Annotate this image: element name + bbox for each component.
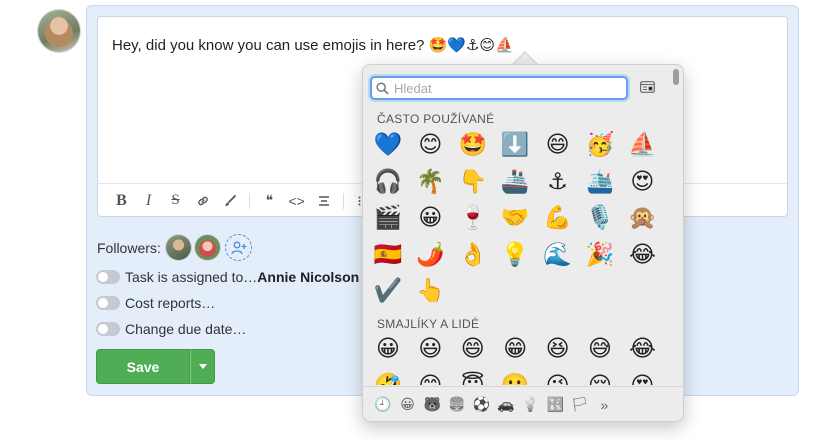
save-button[interactable]: Save bbox=[96, 349, 190, 384]
emoji-button[interactable]: 🤣 bbox=[372, 370, 404, 386]
toggle-label: Change due date… bbox=[125, 321, 247, 337]
toolbar-divider bbox=[343, 192, 344, 209]
smileys-emoji-grid: 😀 😃 😄 😁 😆 😅 😂 🤣 😊 😇 🙂 😉 😌 😍 bbox=[363, 65, 685, 385]
link-icon[interactable] bbox=[189, 188, 216, 214]
caret-down-icon bbox=[198, 364, 207, 369]
emoji-picker: Hledat ČASTO POUŽÍVANÉ 💙 😊 🤩 ⬇️ 😄 🥳 ⛵ 🎧 🌴 👇 🚢 ⚓ 🛳️ 😍 🎬… bbox=[362, 64, 684, 422]
emoji-button[interactable]: 😄 bbox=[457, 333, 489, 365]
assignee-name: Annie Nicolson bbox=[257, 269, 360, 285]
food-category-icon[interactable]: 🍔 bbox=[447, 395, 467, 415]
travel-category-icon[interactable]: 🚗 bbox=[496, 395, 516, 415]
quote-button[interactable]: ❝ bbox=[256, 188, 283, 214]
toolbar-divider bbox=[249, 192, 250, 209]
toggle-cost-reports[interactable]: Cost reports… bbox=[96, 294, 215, 312]
emoji-button[interactable]: 😍 bbox=[626, 370, 658, 386]
toggle-due-date[interactable]: Change due date… bbox=[96, 320, 246, 338]
emoji-button[interactable]: 😀 bbox=[372, 333, 404, 365]
smileys-category-icon[interactable]: 😀 bbox=[398, 395, 418, 415]
emoji-category-bar: 🕘 😀 🐻 🍔 ⚽ 🚗 💡 🔣 🏳» bbox=[363, 386, 683, 422]
comment-text[interactable]: Hey, did you know you can use emojis in … bbox=[112, 36, 514, 54]
symbols-category-icon[interactable]: 🔣 bbox=[545, 395, 565, 415]
follower-avatar[interactable] bbox=[195, 235, 220, 260]
emoji-button[interactable]: 😉 bbox=[542, 370, 574, 386]
animals-category-icon[interactable]: 🐻 bbox=[422, 395, 442, 415]
toggle-task-assigned[interactable]: Task is assigned to… Annie Nicolson bbox=[96, 268, 359, 286]
follower-avatar[interactable] bbox=[166, 235, 191, 260]
italic-button[interactable]: I bbox=[135, 188, 162, 214]
strikethrough-button[interactable]: S bbox=[162, 188, 189, 214]
activity-category-icon[interactable]: ⚽ bbox=[471, 395, 491, 415]
save-options-button[interactable] bbox=[190, 349, 215, 384]
user-avatar bbox=[38, 10, 80, 52]
toggle-label: Cost reports… bbox=[125, 295, 216, 311]
align-icon[interactable] bbox=[310, 188, 337, 214]
more-categories-icon[interactable]: » bbox=[594, 395, 614, 415]
emoji-button[interactable]: 😂 bbox=[626, 333, 658, 365]
followers-label: Followers: bbox=[97, 240, 161, 256]
code-button[interactable]: <> bbox=[283, 188, 310, 214]
flags-category-icon[interactable]: 🏳 bbox=[570, 395, 590, 415]
emoji-button[interactable]: 🙂 bbox=[499, 370, 531, 386]
recent-icon[interactable]: 🕘 bbox=[373, 395, 393, 415]
objects-category-icon[interactable]: 💡 bbox=[521, 395, 541, 415]
emoji-button[interactable]: 😃 bbox=[414, 333, 446, 365]
toggle-switch[interactable] bbox=[96, 322, 120, 336]
toggle-label: Task is assigned to… bbox=[125, 269, 258, 285]
emoji-button[interactable]: 😊 bbox=[414, 370, 446, 386]
emoji-button[interactable]: 😇 bbox=[457, 370, 489, 386]
emoji-button[interactable]: 😁 bbox=[499, 333, 531, 365]
emoji-button[interactable]: 😅 bbox=[584, 333, 616, 365]
toggle-switch[interactable] bbox=[96, 270, 120, 284]
toggle-switch[interactable] bbox=[96, 296, 120, 310]
brush-icon[interactable] bbox=[216, 188, 243, 214]
emoji-button[interactable]: 😆 bbox=[542, 333, 574, 365]
bold-button[interactable]: B bbox=[108, 188, 135, 214]
save-button-group: Save bbox=[96, 349, 215, 384]
emoji-button[interactable]: 😌 bbox=[584, 370, 616, 386]
add-follower-button[interactable] bbox=[225, 234, 252, 261]
add-user-icon bbox=[230, 241, 246, 254]
